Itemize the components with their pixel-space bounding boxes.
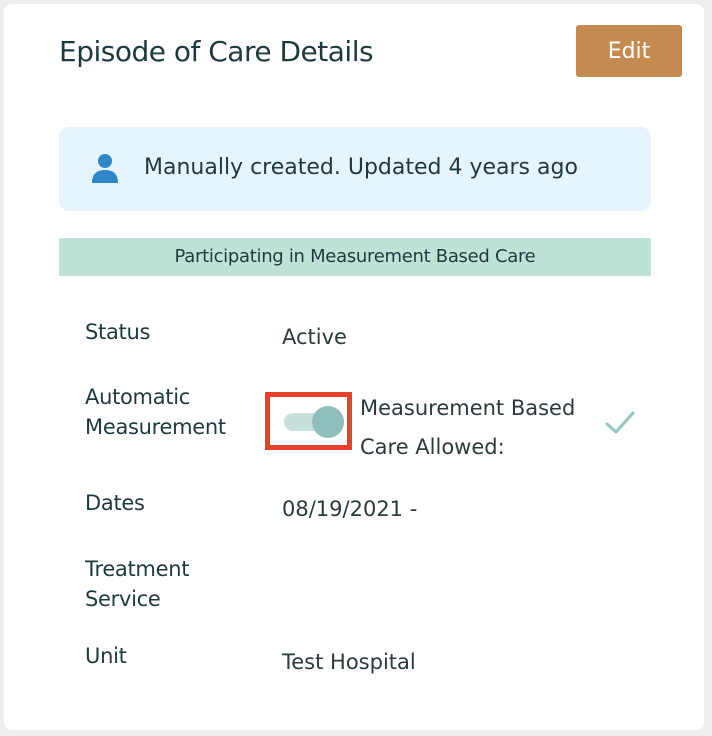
dates-label: Dates bbox=[85, 491, 145, 515]
mbc-allowed-line2: Care Allowed: bbox=[360, 435, 505, 459]
dates-value: 08/19/2021 - bbox=[282, 497, 418, 521]
treatment-service-label: Treatment Service bbox=[85, 554, 189, 614]
mbc-allowed-line1: Measurement Based bbox=[360, 396, 576, 420]
info-banner: Manually created. Updated 4 years ago bbox=[59, 127, 651, 211]
unit-value: Test Hospital bbox=[282, 650, 416, 674]
automatic-measurement-toggle[interactable] bbox=[284, 406, 344, 438]
user-icon bbox=[91, 153, 119, 183]
episode-of-care-card: Episode of Care Details Edit Manually cr… bbox=[4, 4, 704, 730]
treatment-service-label-line1: Treatment bbox=[85, 557, 190, 581]
automatic-measurement-label-line1: Automatic bbox=[85, 385, 190, 409]
treatment-service-label-line2: Service bbox=[85, 587, 161, 611]
card-title: Episode of Care Details bbox=[59, 35, 374, 68]
check-icon bbox=[604, 409, 636, 437]
status-label: Status bbox=[85, 320, 151, 344]
unit-label: Unit bbox=[85, 644, 127, 668]
status-value: Active bbox=[282, 325, 347, 349]
edit-button[interactable]: Edit bbox=[576, 25, 682, 77]
automatic-measurement-label-line2: Measurement bbox=[85, 415, 226, 439]
toggle-knob bbox=[312, 406, 344, 438]
info-text: Manually created. Updated 4 years ago bbox=[144, 155, 578, 180]
mbc-allowed-label: Measurement Based Care Allowed: bbox=[360, 389, 600, 467]
mbc-participation-banner: Participating in Measurement Based Care bbox=[59, 238, 651, 276]
toggle-highlight-box bbox=[265, 392, 352, 450]
automatic-measurement-label: Automatic Measurement bbox=[85, 382, 226, 442]
